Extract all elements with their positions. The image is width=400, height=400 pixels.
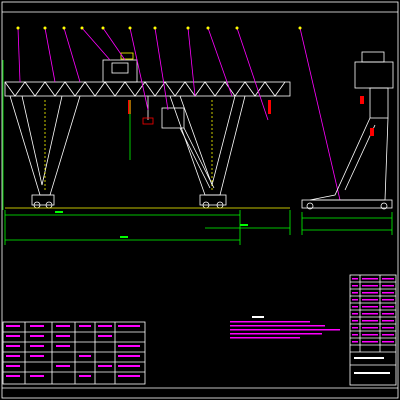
cad-drawing-canvas [0, 0, 400, 400]
leader-lines [17, 27, 341, 201]
side-elevation-view [301, 51, 394, 235]
gantry-crane-drawing [1, 1, 399, 399]
notes-heading-mark [252, 316, 264, 318]
right-leg [169, 95, 246, 196]
side-red-marker-1 [360, 96, 364, 104]
girder-marker-left [128, 100, 131, 114]
technical-notes [230, 316, 340, 339]
right-end-carriage [199, 194, 227, 206]
front-elevation-view [2, 26, 341, 245]
trolley-hoist [111, 62, 129, 74]
main-girder [4, 81, 291, 97]
title-block [349, 274, 397, 386]
side-girder-section [369, 87, 389, 119]
operator-cab [161, 107, 185, 129]
girder-marker-right [268, 100, 271, 114]
left-end-carriage [31, 194, 55, 206]
item-balloons [16, 26, 302, 30]
side-trolley [354, 61, 394, 89]
side-sill-beam [301, 199, 393, 209]
side-trolley-top [361, 51, 385, 63]
girder-truss-web [4, 81, 286, 97]
right-leg-inner [179, 95, 236, 187]
side-red-marker-2 [370, 128, 374, 136]
left-leg-inner [21, 95, 63, 186]
side-leg [309, 117, 389, 201]
trolley-cab-tag [120, 52, 134, 60]
technical-data-table [2, 321, 146, 385]
dimension-lines [2, 60, 291, 245]
